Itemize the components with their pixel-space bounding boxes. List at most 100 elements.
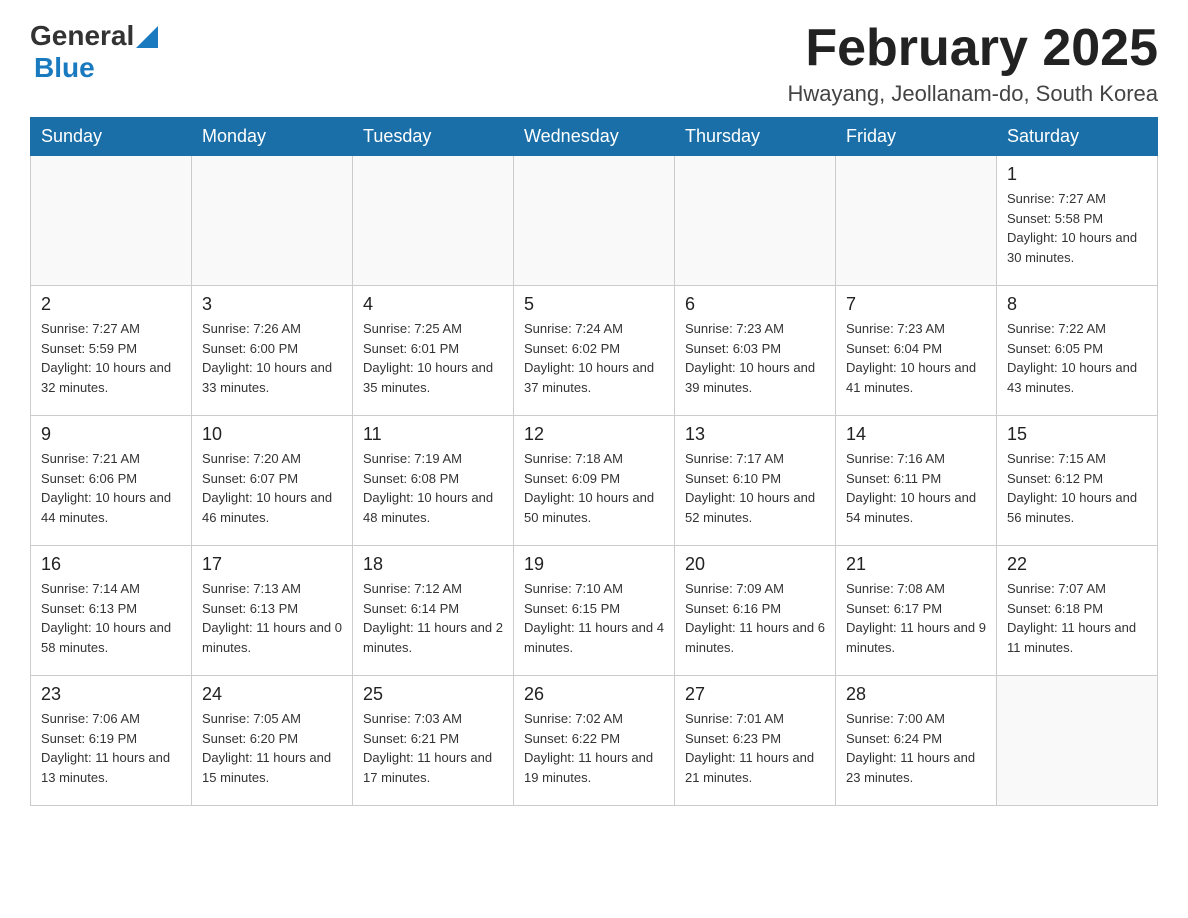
day-info: Sunrise: 7:09 AM Sunset: 6:16 PM Dayligh… [685,579,825,657]
day-number: 12 [524,424,664,445]
title-section: February 2025 Hwayang, Jeollanam-do, Sou… [787,20,1158,107]
calendar-day-cell: 16 Sunrise: 7:14 AM Sunset: 6:13 PM Dayli… [31,546,192,676]
day-number: 11 [363,424,503,445]
day-info: Sunrise: 7:22 AM Sunset: 6:05 PM Dayligh… [1007,319,1147,397]
day-info: Sunrise: 7:24 AM Sunset: 6:02 PM Dayligh… [524,319,664,397]
calendar-day-cell: 2 Sunrise: 7:27 AM Sunset: 5:59 PM Daylig… [31,286,192,416]
calendar-day-cell: 17 Sunrise: 7:13 AM Sunset: 6:13 PM Dayli… [192,546,353,676]
day-header-saturday: Saturday [997,118,1158,156]
day-header-tuesday: Tuesday [353,118,514,156]
logo: General Blue [30,20,158,84]
day-info: Sunrise: 7:17 AM Sunset: 6:10 PM Dayligh… [685,449,825,527]
day-number: 10 [202,424,342,445]
calendar-day-cell: 15 Sunrise: 7:15 AM Sunset: 6:12 PM Dayli… [997,416,1158,546]
day-number: 2 [41,294,181,315]
day-number: 18 [363,554,503,575]
day-header-wednesday: Wednesday [514,118,675,156]
calendar-week-4: 16 Sunrise: 7:14 AM Sunset: 6:13 PM Dayli… [31,546,1158,676]
day-number: 16 [41,554,181,575]
calendar-body: 1 Sunrise: 7:27 AM Sunset: 5:58 PM Daylig… [31,156,1158,806]
calendar-day-cell [675,156,836,286]
calendar-day-cell: 18 Sunrise: 7:12 AM Sunset: 6:14 PM Dayli… [353,546,514,676]
calendar-day-cell: 24Sunrise: 7:05 AM Sunset: 6:20 PM Dayli… [192,676,353,806]
calendar-day-cell: 20Sunrise: 7:09 AM Sunset: 6:16 PM Dayli… [675,546,836,676]
day-number: 22 [1007,554,1147,575]
calendar-day-cell: 7 Sunrise: 7:23 AM Sunset: 6:04 PM Daylig… [836,286,997,416]
day-header-row: SundayMondayTuesdayWednesdayThursdayFrid… [31,118,1158,156]
day-header-friday: Friday [836,118,997,156]
calendar-week-3: 9 Sunrise: 7:21 AM Sunset: 6:06 PM Daylig… [31,416,1158,546]
day-info: Sunrise: 7:00 AM Sunset: 6:24 PM Dayligh… [846,709,986,787]
logo-triangle-icon [136,26,158,48]
calendar-day-cell: 9 Sunrise: 7:21 AM Sunset: 6:06 PM Daylig… [31,416,192,546]
day-info: Sunrise: 7:13 AM Sunset: 6:13 PM Dayligh… [202,579,342,657]
day-header-sunday: Sunday [31,118,192,156]
day-info: Sunrise: 7:02 AM Sunset: 6:22 PM Dayligh… [524,709,664,787]
calendar-day-cell: 23 Sunrise: 7:06 AM Sunset: 6:19 PM Dayli… [31,676,192,806]
day-number: 19 [524,554,664,575]
calendar-header: SundayMondayTuesdayWednesdayThursdayFrid… [31,118,1158,156]
day-info: Sunrise: 7:07 AM Sunset: 6:18 PM Dayligh… [1007,579,1147,657]
calendar-day-cell: 11 Sunrise: 7:19 AM Sunset: 6:08 PM Dayli… [353,416,514,546]
day-header-thursday: Thursday [675,118,836,156]
day-info: Sunrise: 7:01 AM Sunset: 6:23 PM Dayligh… [685,709,825,787]
day-number: 7 [846,294,986,315]
day-number: 26 [524,684,664,705]
calendar-day-cell: 22 Sunrise: 7:07 AM Sunset: 6:18 PM Dayli… [997,546,1158,676]
day-info: Sunrise: 7:03 AM Sunset: 6:21 PM Dayligh… [363,709,503,787]
day-info: Sunrise: 7:27 AM Sunset: 5:58 PM Dayligh… [1007,189,1147,267]
day-number: 6 [685,294,825,315]
day-info: Sunrise: 7:18 AM Sunset: 6:09 PM Dayligh… [524,449,664,527]
calendar-day-cell: 26 Sunrise: 7:02 AM Sunset: 6:22 PM Dayli… [514,676,675,806]
calendar-day-cell: 4 Sunrise: 7:25 AM Sunset: 6:01 PM Daylig… [353,286,514,416]
day-number: 1 [1007,164,1147,185]
calendar-day-cell: 28Sunrise: 7:00 AM Sunset: 6:24 PM Dayli… [836,676,997,806]
day-number: 8 [1007,294,1147,315]
day-info: Sunrise: 7:20 AM Sunset: 6:07 PM Dayligh… [202,449,342,527]
calendar-day-cell: 3 Sunrise: 7:26 AM Sunset: 6:00 PM Daylig… [192,286,353,416]
calendar-day-cell: 25Sunrise: 7:03 AM Sunset: 6:21 PM Dayli… [353,676,514,806]
calendar-day-cell: 6 Sunrise: 7:23 AM Sunset: 6:03 PM Daylig… [675,286,836,416]
day-number: 9 [41,424,181,445]
calendar-day-cell: 19 Sunrise: 7:10 AM Sunset: 6:15 PM Dayli… [514,546,675,676]
day-number: 23 [41,684,181,705]
calendar-day-cell: 8 Sunrise: 7:22 AM Sunset: 6:05 PM Daylig… [997,286,1158,416]
day-number: 17 [202,554,342,575]
calendar-day-cell: 5 Sunrise: 7:24 AM Sunset: 6:02 PM Daylig… [514,286,675,416]
day-info: Sunrise: 7:19 AM Sunset: 6:08 PM Dayligh… [363,449,503,527]
day-info: Sunrise: 7:23 AM Sunset: 6:03 PM Dayligh… [685,319,825,397]
calendar-day-cell [514,156,675,286]
day-number: 15 [1007,424,1147,445]
day-number: 4 [363,294,503,315]
day-info: Sunrise: 7:21 AM Sunset: 6:06 PM Dayligh… [41,449,181,527]
day-info: Sunrise: 7:08 AM Sunset: 6:17 PM Dayligh… [846,579,986,657]
calendar-day-cell: 13 Sunrise: 7:17 AM Sunset: 6:10 PM Dayli… [675,416,836,546]
day-number: 13 [685,424,825,445]
day-info: Sunrise: 7:15 AM Sunset: 6:12 PM Dayligh… [1007,449,1147,527]
day-number: 14 [846,424,986,445]
day-info: Sunrise: 7:25 AM Sunset: 6:01 PM Dayligh… [363,319,503,397]
calendar-day-cell: 27Sunrise: 7:01 AM Sunset: 6:23 PM Dayli… [675,676,836,806]
calendar-week-5: 23 Sunrise: 7:06 AM Sunset: 6:19 PM Dayli… [31,676,1158,806]
page-header: General Blue February 2025 Hwayang, Jeol… [30,20,1158,107]
calendar-day-cell: 1 Sunrise: 7:27 AM Sunset: 5:58 PM Daylig… [997,156,1158,286]
day-info: Sunrise: 7:06 AM Sunset: 6:19 PM Dayligh… [41,709,181,787]
day-info: Sunrise: 7:14 AM Sunset: 6:13 PM Dayligh… [41,579,181,657]
calendar-week-1: 1 Sunrise: 7:27 AM Sunset: 5:58 PM Daylig… [31,156,1158,286]
day-info: Sunrise: 7:26 AM Sunset: 6:00 PM Dayligh… [202,319,342,397]
location-title: Hwayang, Jeollanam-do, South Korea [787,81,1158,107]
month-title: February 2025 [787,20,1158,77]
calendar-week-2: 2 Sunrise: 7:27 AM Sunset: 5:59 PM Daylig… [31,286,1158,416]
calendar-day-cell [31,156,192,286]
calendar-day-cell: 10 Sunrise: 7:20 AM Sunset: 6:07 PM Dayli… [192,416,353,546]
calendar-day-cell [997,676,1158,806]
logo-blue-text: Blue [34,52,95,84]
day-info: Sunrise: 7:23 AM Sunset: 6:04 PM Dayligh… [846,319,986,397]
calendar-day-cell [836,156,997,286]
day-number: 3 [202,294,342,315]
day-info: Sunrise: 7:12 AM Sunset: 6:14 PM Dayligh… [363,579,503,657]
day-info: Sunrise: 7:27 AM Sunset: 5:59 PM Dayligh… [41,319,181,397]
day-info: Sunrise: 7:10 AM Sunset: 6:15 PM Dayligh… [524,579,664,657]
day-number: 5 [524,294,664,315]
day-header-monday: Monday [192,118,353,156]
